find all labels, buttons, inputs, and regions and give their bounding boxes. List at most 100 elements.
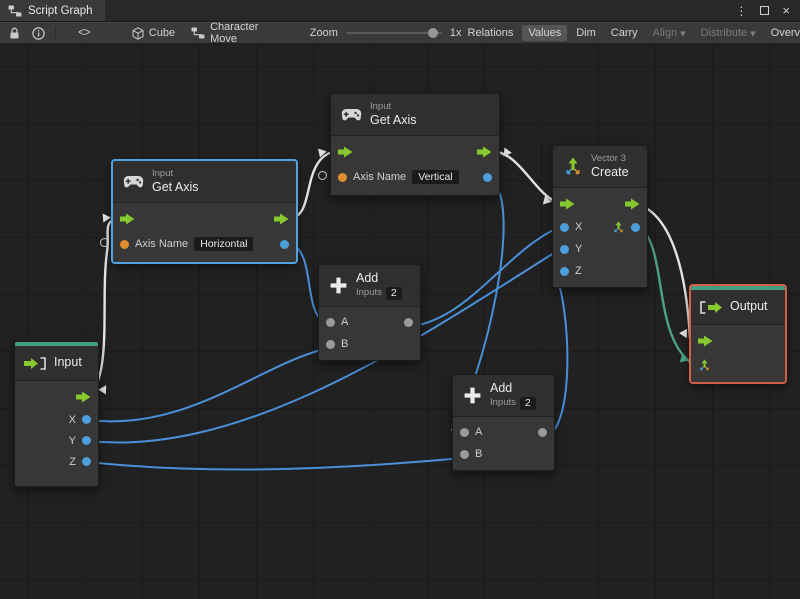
align-dropdown[interactable]: Align ▾: [647, 25, 692, 42]
node-title: Input: [54, 355, 82, 370]
inputs-count-field[interactable]: 2: [519, 396, 536, 410]
z-in-port[interactable]: [560, 266, 569, 276]
close-icon[interactable]: ×: [782, 3, 790, 18]
node-header: Input Get Axis: [331, 94, 499, 135]
result-out-port[interactable]: [631, 222, 640, 232]
unconnected-port-indicator[interactable]: [318, 171, 327, 180]
graph-toolbar: <> Cube Character Move Zoom 1x Relations…: [0, 21, 800, 45]
script-graph-icon: [8, 5, 22, 17]
sum-out-port[interactable]: [538, 427, 547, 437]
lock-icon[interactable]: [3, 23, 26, 43]
axis-value-out-port[interactable]: [483, 172, 492, 182]
axis-name-in-port[interactable]: [120, 239, 129, 249]
axis-name-value-field[interactable]: Horizontal: [194, 237, 254, 251]
zoom-label: Zoom: [309, 27, 338, 39]
node-title: Add: [490, 381, 513, 396]
flow-out-port[interactable]: [625, 198, 640, 210]
breadcrumb-label: Cube: [148, 27, 176, 39]
axis-value-out-port[interactable]: [280, 239, 289, 249]
input-b-port[interactable]: [326, 339, 335, 349]
node-category: Vector 3: [591, 152, 626, 164]
node-category: Input: [152, 167, 174, 179]
vector3-icon: [563, 157, 583, 177]
flow-out-port[interactable]: [477, 146, 492, 158]
breadcrumb-gameobject[interactable]: Cube: [124, 26, 183, 40]
input-a-port[interactable]: [460, 427, 469, 437]
sum-out-port[interactable]: [404, 317, 413, 327]
align-label: Align: [652, 27, 678, 39]
node-header: Vector 3 Create: [553, 146, 647, 187]
window-tab-bar: Script Graph ⋮ ×: [0, 0, 800, 22]
output-unit-icon: [700, 300, 722, 314]
input-a-port[interactable]: [326, 317, 335, 327]
unconnected-port-indicator[interactable]: [100, 238, 109, 247]
flow-in-port[interactable]: [338, 146, 353, 158]
axis-name-value-field[interactable]: Vertical: [412, 170, 459, 184]
y-out-port[interactable]: [82, 436, 91, 445]
distribute-dropdown[interactable]: Distribute ▾: [695, 25, 762, 42]
flow-out-port[interactable]: [274, 213, 289, 225]
node-output-unit[interactable]: Output: [690, 285, 786, 383]
zoom-slider-knob[interactable]: [427, 28, 438, 38]
x-in-port[interactable]: [560, 222, 569, 232]
node-title: Add: [356, 271, 379, 286]
node-title: Get Axis: [370, 112, 417, 127]
zoom-value: 1x: [449, 27, 462, 39]
flow-in-port[interactable]: [120, 213, 135, 225]
maximize-icon[interactable]: [760, 6, 770, 15]
port-label-y: Y: [575, 243, 583, 255]
flow-in-port[interactable]: [698, 335, 713, 347]
node-get-axis-horizontal[interactable]: Input Get Axis Axis Name Horizontal: [112, 160, 297, 263]
node-title: Output: [730, 299, 768, 314]
node-input-unit[interactable]: Input X Y Z: [14, 341, 99, 487]
flow-out-port[interactable]: [76, 391, 91, 403]
breadcrumb-graph[interactable]: Character Move: [183, 21, 294, 45]
axis-name-label: Axis Name: [353, 171, 407, 183]
info-icon[interactable]: [26, 23, 51, 43]
kebab-menu-icon[interactable]: ⋮: [735, 4, 747, 18]
code-view-icon[interactable]: <>: [72, 23, 96, 43]
input-unit-icon: [24, 356, 46, 370]
node-title: Get Axis: [152, 179, 199, 194]
plus-icon: [329, 276, 348, 295]
port-label-x: X: [575, 221, 583, 233]
chevron-down-icon: ▾: [750, 27, 756, 40]
toolbar-divider: [55, 26, 56, 40]
node-get-axis-vertical[interactable]: Input Get Axis Axis Name Vertical: [330, 93, 500, 196]
z-out-port[interactable]: [82, 457, 91, 466]
node-header: Add Inputs 2: [319, 265, 420, 306]
y-in-port[interactable]: [560, 244, 569, 254]
relations-button[interactable]: Relations: [462, 25, 520, 41]
port-label-a: A: [341, 316, 349, 328]
cube-icon: [132, 26, 144, 40]
gamepad-icon: [341, 108, 362, 122]
node-vector3-create[interactable]: Vector 3 Create X Y Z: [552, 145, 648, 288]
carry-button[interactable]: Carry: [605, 25, 644, 41]
dim-button[interactable]: Dim: [570, 25, 602, 41]
inputs-label: Inputs: [490, 397, 516, 409]
node-category: Input: [370, 100, 392, 112]
input-b-port[interactable]: [460, 449, 469, 459]
port-label-x: X: [68, 413, 76, 426]
values-button[interactable]: Values: [522, 25, 568, 41]
inputs-count-field[interactable]: 2: [385, 286, 402, 300]
axis-name-label: Axis Name: [135, 238, 189, 250]
x-out-port[interactable]: [82, 415, 91, 424]
node-add-2[interactable]: Add Inputs 2 A B: [452, 374, 555, 471]
node-add-1[interactable]: Add Inputs 2 A B: [318, 264, 421, 361]
flow-in-port[interactable]: [560, 198, 575, 210]
zoom-slider[interactable]: [345, 28, 442, 38]
axis-name-in-port[interactable]: [338, 172, 347, 182]
node-header: Add Inputs 2: [453, 375, 554, 416]
overview-button[interactable]: Overv: [765, 25, 800, 41]
gamepad-icon: [123, 175, 144, 189]
vector3-value-in-port[interactable]: [698, 358, 711, 372]
port-label-z: Z: [575, 265, 582, 277]
tab-title: Script Graph: [28, 4, 93, 17]
node-header: Input Get Axis: [113, 161, 296, 202]
script-machine-icon: [191, 27, 205, 39]
breadcrumb-label: Character Move: [210, 21, 259, 45]
plus-icon: [463, 386, 482, 405]
chevron-down-icon: ▾: [680, 27, 686, 40]
tab-script-graph[interactable]: Script Graph: [0, 0, 105, 21]
